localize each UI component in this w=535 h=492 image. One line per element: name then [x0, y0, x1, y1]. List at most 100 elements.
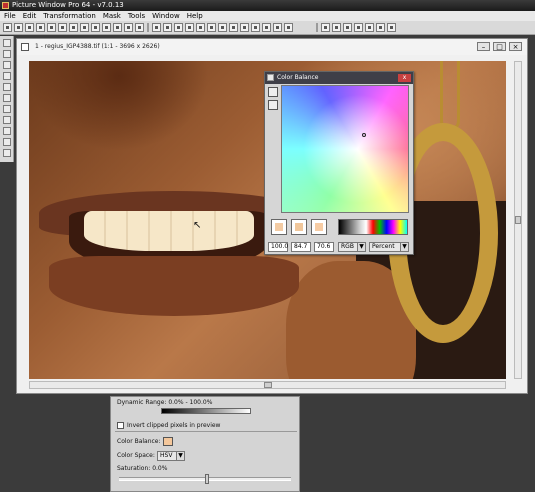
compare-icon[interactable] — [365, 23, 374, 32]
measure-icon[interactable] — [3, 149, 11, 157]
stitch-icon[interactable] — [135, 23, 144, 32]
picker-icon[interactable] — [268, 87, 278, 97]
dynamic-range-label: Dynamic Range: 0.0% - 100.0% — [117, 399, 213, 406]
crop-icon[interactable] — [25, 23, 34, 32]
fit-icon[interactable] — [354, 23, 363, 32]
lasso-icon[interactable] — [3, 94, 11, 102]
close-button[interactable]: × — [509, 42, 522, 51]
save-icon[interactable] — [14, 23, 23, 32]
swatch-fill — [275, 223, 283, 231]
invert-clipped-checkbox[interactable] — [117, 422, 124, 429]
saturation-label: Saturation: 0.0% — [117, 465, 168, 472]
menu-mask[interactable]: Mask — [99, 11, 124, 21]
image-region-nose — [29, 61, 209, 151]
hue-icon[interactable] — [185, 23, 194, 32]
rotate-icon[interactable] — [47, 23, 56, 32]
resize-icon[interactable] — [36, 23, 45, 32]
saturation-slider-thumb[interactable] — [205, 474, 209, 484]
color-swatch-2[interactable] — [291, 219, 307, 235]
settings-panel: Dynamic Range: 0.0% - 100.0% Invert clip… — [110, 396, 300, 492]
histogram-icon[interactable] — [240, 23, 249, 32]
vertical-scrollbar[interactable] — [514, 61, 522, 379]
menu-file[interactable]: File — [0, 11, 19, 21]
color-balance-title: Color Balance — [277, 74, 319, 81]
dynamic-range-bar[interactable] — [161, 408, 251, 414]
menu-bar: File Edit Transformation Mask Tools Wind… — [0, 11, 535, 21]
value-field-1[interactable]: 100.0 — [268, 242, 288, 252]
frame-icon[interactable] — [91, 23, 100, 32]
eyedropper-icon[interactable] — [268, 100, 278, 110]
mask-icon[interactable] — [229, 23, 238, 32]
horizontal-scrollbar[interactable] — [29, 381, 506, 389]
color-space-label: Color Space: — [117, 452, 155, 459]
perspective-icon[interactable] — [58, 23, 67, 32]
hand-icon[interactable] — [3, 50, 11, 58]
image-region-teeth — [84, 211, 254, 251]
blur-icon[interactable] — [262, 23, 271, 32]
text-icon[interactable] — [284, 23, 293, 32]
eyedropper-icon[interactable] — [3, 72, 11, 80]
noise-icon[interactable] — [273, 23, 282, 32]
chevron-down-icon: ▼ — [357, 243, 365, 251]
minimize-button[interactable]: – — [477, 42, 490, 51]
fill-icon[interactable] — [3, 138, 11, 146]
open-icon[interactable] — [3, 23, 12, 32]
dialog-close-button[interactable]: x — [398, 74, 411, 82]
selection-icon[interactable] — [3, 83, 11, 91]
view-icon[interactable] — [321, 23, 330, 32]
transform-icon[interactable] — [80, 23, 89, 32]
menu-window[interactable]: Window — [148, 11, 183, 21]
maximize-button[interactable]: □ — [493, 42, 506, 51]
value-field-3[interactable]: 70.6 — [314, 242, 334, 252]
zoom-out-icon[interactable] — [343, 23, 352, 32]
color-swatch-3[interactable] — [311, 219, 327, 235]
zoom-in-icon[interactable] — [332, 23, 341, 32]
mode-select[interactable]: RGB ▼ — [338, 242, 366, 252]
image-region-lower-lip — [49, 256, 299, 316]
color-swatch-1[interactable] — [271, 219, 287, 235]
color-balance-title-bar: Color Balance — [265, 72, 413, 84]
color-wheel[interactable] — [281, 85, 409, 213]
color-balance-dialog: Color Balance x 100.0 84.7 70.6 RGB ▼ Per… — [264, 71, 414, 255]
chevron-down-icon: ▼ — [400, 243, 408, 251]
color-marker[interactable] — [362, 133, 366, 137]
sharpen-icon[interactable] — [251, 23, 260, 32]
brush-tool-icon[interactable] — [3, 105, 11, 113]
color-space-value: HSV — [160, 452, 173, 459]
menu-transformation[interactable]: Transformation — [39, 11, 99, 21]
composite-icon[interactable] — [102, 23, 111, 32]
zoom-icon[interactable] — [3, 61, 11, 69]
value-field-2[interactable]: 84.7 — [291, 242, 311, 252]
curves-icon[interactable] — [163, 23, 172, 32]
toolbar-separator — [147, 23, 149, 32]
color-balance-label: Color Balance: — [117, 438, 161, 445]
app-icon — [2, 2, 9, 9]
stack-icon[interactable] — [124, 23, 133, 32]
color-palette[interactable] — [338, 219, 408, 235]
app-title-bar: Picture Window Pro 64 - v7.0.13 — [0, 0, 535, 11]
vertical-scroll-thumb[interactable] — [515, 216, 521, 224]
levels-icon[interactable] — [152, 23, 161, 32]
blend-icon[interactable] — [113, 23, 122, 32]
pointer-icon[interactable] — [3, 39, 11, 47]
units-select[interactable]: Percent ▼ — [369, 242, 409, 252]
clone-icon[interactable] — [3, 116, 11, 124]
color-space-select[interactable]: HSV ▼ — [157, 451, 185, 461]
main-toolbar — [0, 21, 535, 35]
chevron-down-icon: ▼ — [176, 452, 184, 460]
menu-tools[interactable]: Tools — [124, 11, 148, 21]
channel-icon[interactable] — [207, 23, 216, 32]
warp-icon[interactable] — [69, 23, 78, 32]
horizontal-scroll-thumb[interactable] — [264, 382, 272, 388]
info-icon[interactable] — [376, 23, 385, 32]
color-balance-swatch[interactable] — [163, 437, 173, 446]
brush-icon[interactable] — [218, 23, 227, 32]
grid-icon[interactable] — [387, 23, 396, 32]
menu-edit[interactable]: Edit — [19, 11, 40, 21]
saturation-icon[interactable] — [196, 23, 205, 32]
eraser-icon[interactable] — [3, 127, 11, 135]
color-icon[interactable] — [174, 23, 183, 32]
document-icon — [21, 43, 29, 51]
tool-strip — [0, 36, 14, 162]
menu-help[interactable]: Help — [183, 11, 206, 21]
